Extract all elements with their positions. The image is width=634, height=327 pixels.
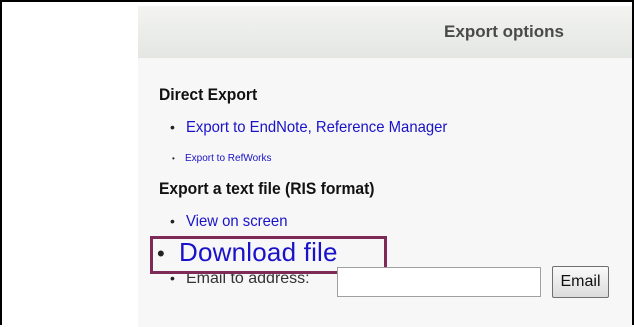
bullet: • bbox=[172, 154, 175, 163]
bullet: • bbox=[170, 213, 175, 229]
export-refworks-link[interactable]: Export to RefWorks bbox=[185, 153, 272, 164]
list-item: • Export to EndNote, Reference Manager bbox=[170, 119, 467, 137]
panel-header: Export options bbox=[138, 6, 632, 58]
text-export-heading: Export a text file (RIS format) bbox=[159, 179, 375, 198]
bullet: • bbox=[170, 119, 175, 135]
direct-export-heading: Direct Export bbox=[159, 85, 258, 104]
view-on-screen-link[interactable]: View on screen bbox=[186, 213, 287, 231]
email-input[interactable] bbox=[337, 267, 541, 297]
email-button[interactable]: Email bbox=[552, 266, 609, 298]
export-endnote-link[interactable]: Export to EndNote, Reference Manager bbox=[186, 119, 447, 137]
list-item: • Export to RefWorks bbox=[172, 148, 272, 166]
panel-title: Export options bbox=[444, 22, 564, 41]
list-item: • View on screen bbox=[170, 213, 295, 231]
